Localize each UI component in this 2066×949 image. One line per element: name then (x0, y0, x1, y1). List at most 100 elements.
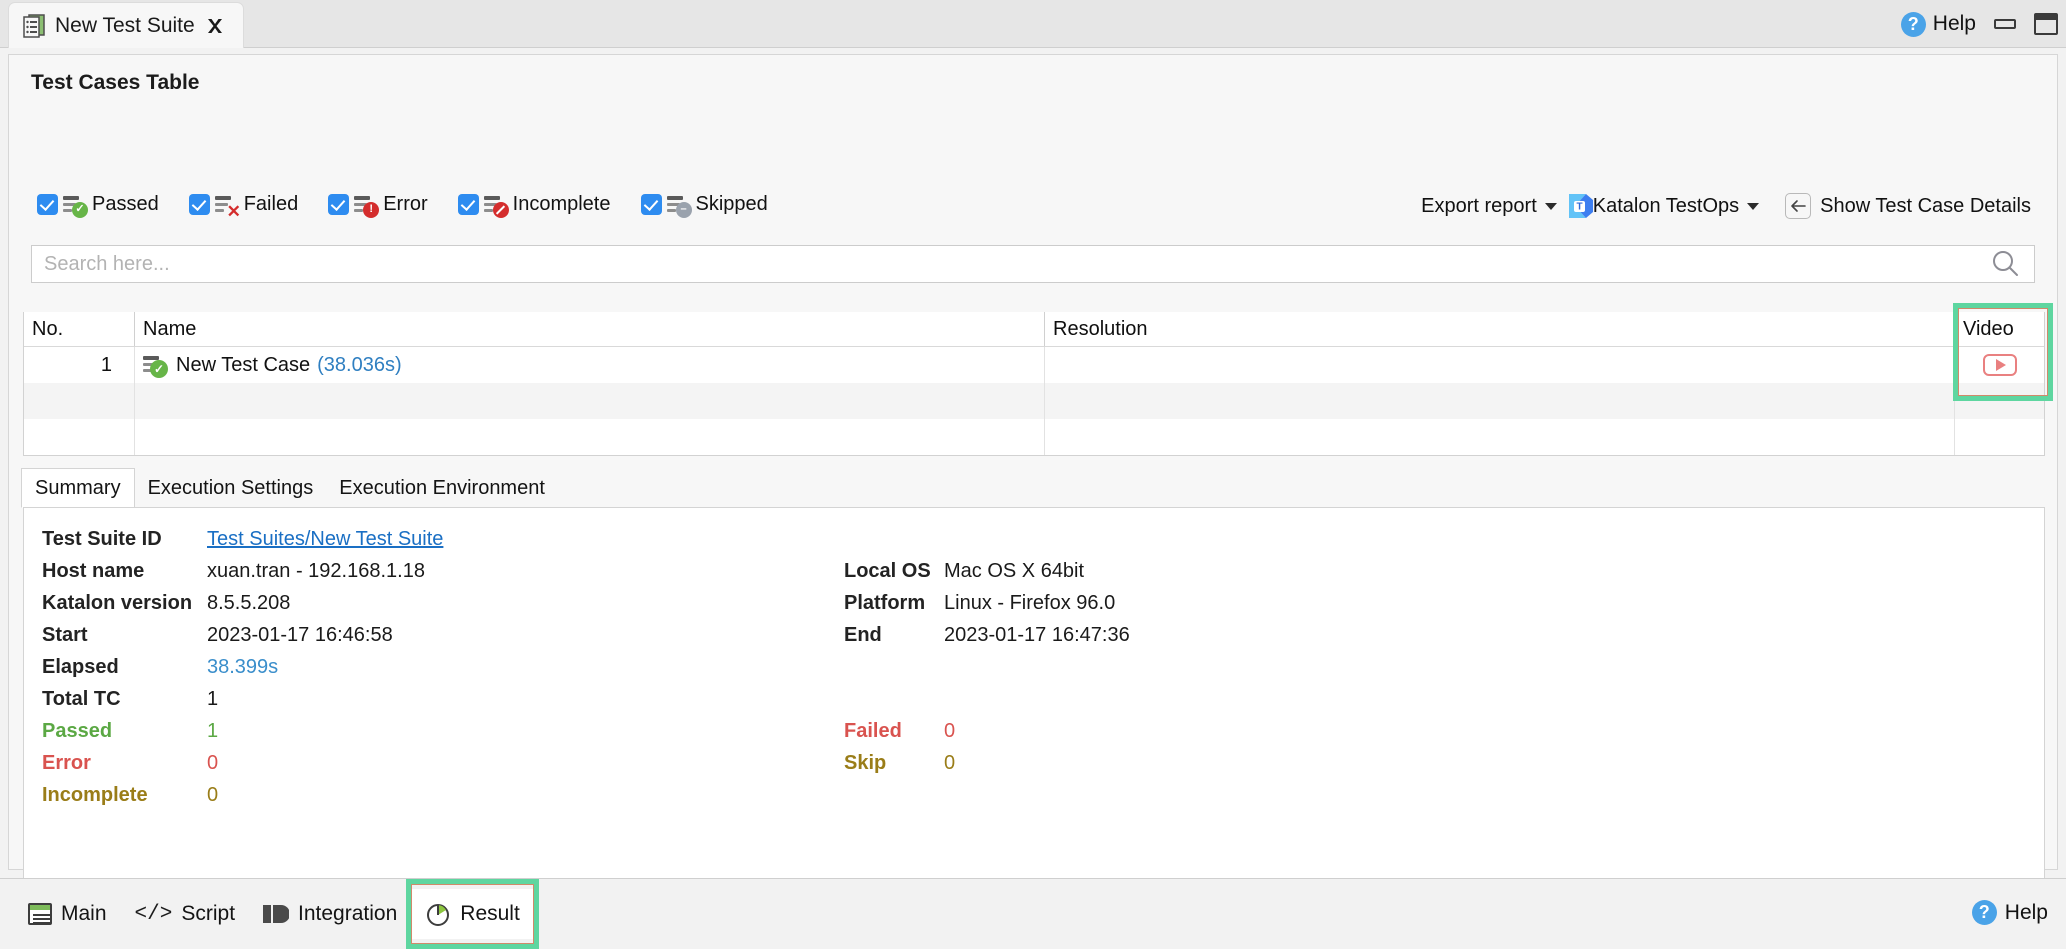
chevron-down-icon-testops[interactable] (1747, 203, 1759, 210)
summary-row-start: Start 2023-01-17 16:46:58 (42, 624, 393, 647)
cell-empty (24, 419, 134, 455)
status-incomplete-icon (484, 194, 508, 216)
value-passed: 1 (207, 720, 218, 743)
play-video-icon[interactable] (1983, 354, 2017, 376)
column-header-video[interactable]: Video (1954, 312, 2044, 346)
tab-summary[interactable]: Summary (21, 468, 135, 508)
help-button-top[interactable]: ? Help (1901, 12, 1976, 37)
bottom-tab-script[interactable]: </> Script (121, 889, 250, 939)
checkbox-failed[interactable] (189, 194, 210, 215)
table-row-empty-2 (24, 419, 2044, 455)
minimize-icon[interactable] (1994, 19, 2016, 29)
status-passed-icon: ✓ (63, 194, 87, 216)
filter-incomplete[interactable]: Incomplete (458, 193, 611, 216)
search-bar[interactable] (31, 245, 2035, 283)
label-start: Start (42, 624, 207, 647)
bottom-tab-main[interactable]: Main (14, 889, 121, 939)
filter-incomplete-label: Incomplete (513, 193, 611, 216)
help-label-top: Help (1933, 12, 1976, 36)
summary-row-elapsed: Elapsed 38.399s (42, 656, 278, 679)
close-icon[interactable] (205, 16, 225, 36)
help-button-bottom[interactable]: ? Help (1972, 900, 2048, 925)
test-cases-table: No. Name Resolution Video 1 ✓ New Test C… (23, 312, 2045, 456)
checkbox-passed[interactable] (37, 194, 58, 215)
filter-passed[interactable]: ✓ Passed (37, 193, 159, 216)
back-arrow-icon[interactable] (1785, 193, 1811, 219)
label-test-suite-id: Test Suite ID (42, 528, 207, 551)
chevron-down-icon-export[interactable] (1545, 203, 1557, 210)
table-row[interactable]: 1 ✓ New Test Case (38.036s) (24, 347, 2044, 383)
checkbox-incomplete[interactable] (458, 194, 479, 215)
detail-tabs: Summary Execution Settings Execution Env… (21, 468, 558, 508)
summary-row-error: Error 0 (42, 752, 218, 775)
column-header-no[interactable]: No. (24, 312, 134, 346)
tab-execution-settings[interactable]: Execution Settings (135, 468, 327, 508)
checkbox-skipped[interactable] (641, 194, 662, 215)
value-failed: 0 (944, 720, 955, 743)
filter-skipped[interactable]: – Skipped (641, 193, 768, 216)
label-host-name: Host name (42, 560, 207, 583)
label-end: End (844, 624, 944, 647)
column-header-resolution[interactable]: Resolution (1044, 312, 1954, 346)
result-pie-icon (425, 901, 451, 927)
value-platform: Linux - Firefox 96.0 (944, 592, 1115, 615)
value-test-suite-id[interactable]: Test Suites/New Test Suite (207, 528, 443, 551)
tab-summary-label: Summary (35, 477, 121, 500)
katalon-testops-button[interactable]: Katalon TestOps (1593, 195, 1739, 218)
cell-video[interactable] (1954, 347, 2044, 383)
label-platform: Platform (844, 592, 944, 615)
value-end: 2023-01-17 16:47:36 (944, 624, 1130, 647)
bottom-tab-integration[interactable]: Integration (249, 889, 411, 939)
maximize-icon[interactable] (2034, 13, 2058, 35)
editor-tab-new-test-suite[interactable]: New Test Suite (8, 2, 244, 48)
svg-text:T: T (1576, 202, 1582, 213)
value-elapsed: 38.399s (207, 656, 278, 679)
value-incomplete: 0 (207, 784, 218, 807)
tab-execution-settings-label: Execution Settings (148, 477, 314, 500)
summary-row-end: End 2023-01-17 16:47:36 (844, 624, 1130, 647)
bottom-tabs: Main </> Script Integration (14, 889, 534, 939)
bottom-tab-bar: Main </> Script Integration (0, 878, 2066, 946)
summary-row-total-tc: Total TC 1 (42, 688, 218, 711)
filter-skipped-label: Skipped (696, 193, 768, 216)
script-icon: </> (135, 903, 173, 926)
status-error-icon: ! (354, 194, 378, 216)
cell-empty (1044, 419, 1954, 455)
status-passed-icon: ✓ (143, 354, 167, 376)
search-input[interactable] (32, 253, 1990, 276)
cell-empty (134, 419, 1044, 455)
summary-row-incomplete: Incomplete 0 (42, 784, 218, 807)
column-header-name[interactable]: Name (134, 312, 1044, 346)
search-icon[interactable] (1990, 249, 2034, 279)
tab-execution-environment-label: Execution Environment (339, 477, 545, 500)
summary-row-failed: Failed 0 (844, 720, 955, 743)
show-test-case-details-button[interactable]: Show Test Case Details (1820, 195, 2031, 218)
bottom-tab-script-label: Script (181, 902, 235, 926)
tab-execution-environment[interactable]: Execution Environment (326, 468, 558, 508)
filter-error-label: Error (383, 193, 427, 216)
bottom-tab-main-label: Main (61, 902, 107, 926)
test-case-duration: (38.036s) (317, 354, 402, 377)
label-failed: Failed (844, 720, 944, 743)
summary-panel: Test Suite ID Test Suites/New Test Suite… (23, 507, 2045, 913)
export-report-button[interactable]: Export report (1421, 195, 1537, 218)
editor-tab-label: New Test Suite (55, 14, 195, 38)
value-total-tc: 1 (207, 688, 218, 711)
test-suite-icon (23, 14, 45, 38)
label-katalon-version: Katalon version (42, 592, 207, 615)
cell-no: 1 (24, 347, 134, 383)
filter-failed[interactable]: ✕ Failed (189, 193, 298, 216)
filter-error[interactable]: ! Error (328, 193, 427, 216)
value-error: 0 (207, 752, 218, 775)
checkbox-error[interactable] (328, 194, 349, 215)
label-passed: Passed (42, 720, 207, 743)
bottom-tab-result[interactable]: Result (411, 889, 534, 939)
cell-empty (134, 383, 1044, 419)
value-host-name: xuan.tran - 192.168.1.18 (207, 560, 425, 583)
value-local-os: Mac OS X 64bit (944, 560, 1084, 583)
summary-row-platform: Platform Linux - Firefox 96.0 (844, 592, 1115, 615)
cell-name: ✓ New Test Case (38.036s) (134, 347, 1044, 383)
help-icon: ? (1901, 12, 1926, 37)
summary-row-passed: Passed 1 (42, 720, 218, 743)
test-case-name: New Test Case (176, 354, 310, 377)
